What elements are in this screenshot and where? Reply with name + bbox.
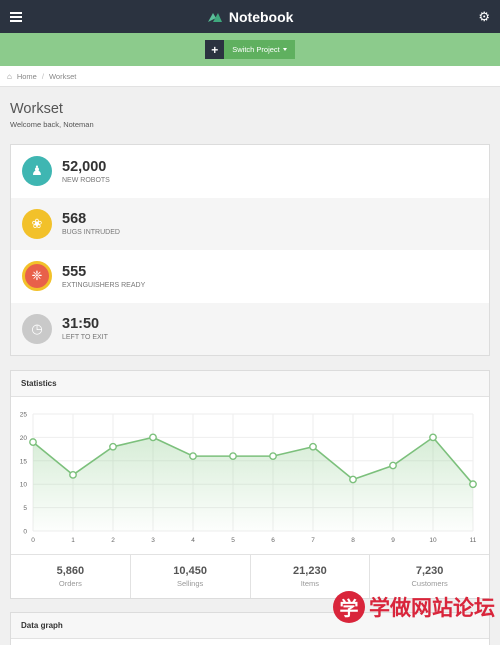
summary-label: Orders — [58, 579, 82, 588]
x-tick-label: 3 — [151, 537, 155, 544]
fire-extinguisher-icon: ❈ — [22, 261, 52, 292]
data-point — [469, 480, 477, 489]
summary-value: 21,230 — [293, 565, 327, 577]
summary-label: Items — [300, 579, 320, 588]
x-tick-label: 11 — [470, 537, 477, 544]
watermark-badge: 学 — [333, 591, 365, 623]
robot-icon: ♟ — [22, 156, 52, 187]
summary-orders: 5,860 Orders — [11, 555, 131, 598]
stat-row: ❈ 555 EXTINGUISHERS READY — [11, 250, 489, 303]
stat-value: 52,000 — [62, 158, 107, 175]
data-point — [69, 470, 77, 479]
data-point — [429, 433, 437, 442]
clock-icon: ◷ — [22, 313, 52, 344]
breadcrumb-home[interactable]: Home — [17, 72, 37, 81]
data-point — [349, 475, 357, 484]
x-tick-label: 0 — [31, 537, 35, 544]
stat-row: ♟ 52,000 NEW ROBOTS — [11, 145, 489, 198]
y-tick-label: 0 — [23, 529, 27, 536]
y-tick-label: 20 — [20, 435, 28, 442]
bug-icon: ❀ — [22, 208, 52, 239]
switch-project-label: Switch Project — [232, 45, 280, 54]
menu-icon[interactable] — [10, 11, 22, 22]
statistics-title: Statistics — [11, 371, 489, 397]
watermark-text: 学做网站论坛 — [369, 597, 495, 620]
stat-value: 555 — [62, 263, 87, 280]
y-tick-label: 15 — [20, 458, 28, 465]
switch-project-group: + Switch Project — [205, 40, 295, 59]
stat-row: ◷ 31:50 LEFT TO EXIT — [11, 302, 489, 355]
gear-icon[interactable]: ⚙ — [478, 9, 490, 25]
data-point — [149, 433, 157, 442]
data-point — [269, 452, 277, 461]
x-tick-label: 10 — [429, 537, 437, 544]
page-title: Workset — [10, 101, 63, 117]
brand[interactable]: Notebook — [207, 8, 294, 25]
statistics-chart: 0 5 10 15 20 25 0 1 2 3 4 5 6 7 8 9 10 11 — [11, 397, 489, 554]
page-header: Workset Welcome back, Noteman — [0, 87, 500, 129]
x-tick-label: 2 — [111, 537, 115, 544]
series-area — [33, 437, 473, 531]
summary-sellings: 10,450 Sellings — [131, 555, 251, 598]
x-tick-label: 4 — [191, 537, 195, 544]
x-tick-label: 8 — [351, 537, 355, 544]
x-tick-label: 5 — [231, 537, 235, 544]
summary-value: 5,860 — [56, 565, 85, 577]
home-icon[interactable]: ⌂ — [7, 72, 12, 81]
stat-value: 568 — [62, 211, 87, 228]
brand-name: Notebook — [228, 8, 294, 25]
switch-project-button[interactable]: Switch Project — [224, 40, 295, 59]
stat-label: EXTINGUISHERS READY — [62, 281, 146, 289]
statistics-card: Statistics 0 5 10 15 20 25 0 1 2 3 4 5 6 7 8 9 10 11 5,86… — [10, 370, 490, 599]
data-point — [229, 452, 237, 461]
stat-value: 31:50 — [62, 316, 100, 333]
stats-card: ♟ 52,000 NEW ROBOTS ❀ 568 BUGS INTRUDED … — [10, 144, 490, 356]
breadcrumb-current: Workset — [48, 71, 77, 81]
y-tick-label: 25 — [20, 412, 28, 419]
x-tick-label: 9 — [391, 537, 395, 544]
x-tick-label: 7 — [311, 537, 315, 544]
data-point — [189, 452, 197, 461]
brand-logo-icon — [207, 12, 222, 22]
top-navbar: Notebook ⚙ — [0, 0, 500, 33]
breadcrumb-separator: / — [41, 71, 44, 81]
summary-label: Sellings — [176, 579, 204, 588]
stat-label: NEW ROBOTS — [62, 176, 110, 184]
x-tick-label: 1 — [71, 537, 75, 544]
breadcrumb: ⌂ Home / Workset — [0, 66, 500, 87]
data-point — [309, 442, 317, 451]
add-project-button[interactable]: + — [205, 40, 225, 59]
data-point — [29, 438, 37, 446]
caret-down-icon — [282, 48, 287, 51]
stat-label: LEFT TO EXIT — [62, 334, 108, 342]
stat-row: ❀ 568 BUGS INTRUDED — [11, 197, 489, 250]
line-chart: 0 5 10 15 20 25 0 1 2 3 4 5 6 7 8 9 10 11 — [20, 412, 477, 544]
y-tick-label: 5 — [23, 505, 27, 512]
summary-value: 7,230 — [415, 565, 444, 577]
page-subtitle: Welcome back, Noteman — [10, 120, 94, 129]
project-bar: + Switch Project — [0, 33, 500, 66]
data-point — [109, 442, 117, 451]
stat-label: BUGS INTRUDED — [62, 229, 120, 237]
x-tick-label: 6 — [271, 537, 275, 544]
y-tick-label: 10 — [20, 482, 28, 489]
data-point — [389, 461, 397, 470]
summary-value: 10,450 — [173, 565, 207, 577]
watermark: 学 学做网站论坛 — [333, 586, 495, 628]
